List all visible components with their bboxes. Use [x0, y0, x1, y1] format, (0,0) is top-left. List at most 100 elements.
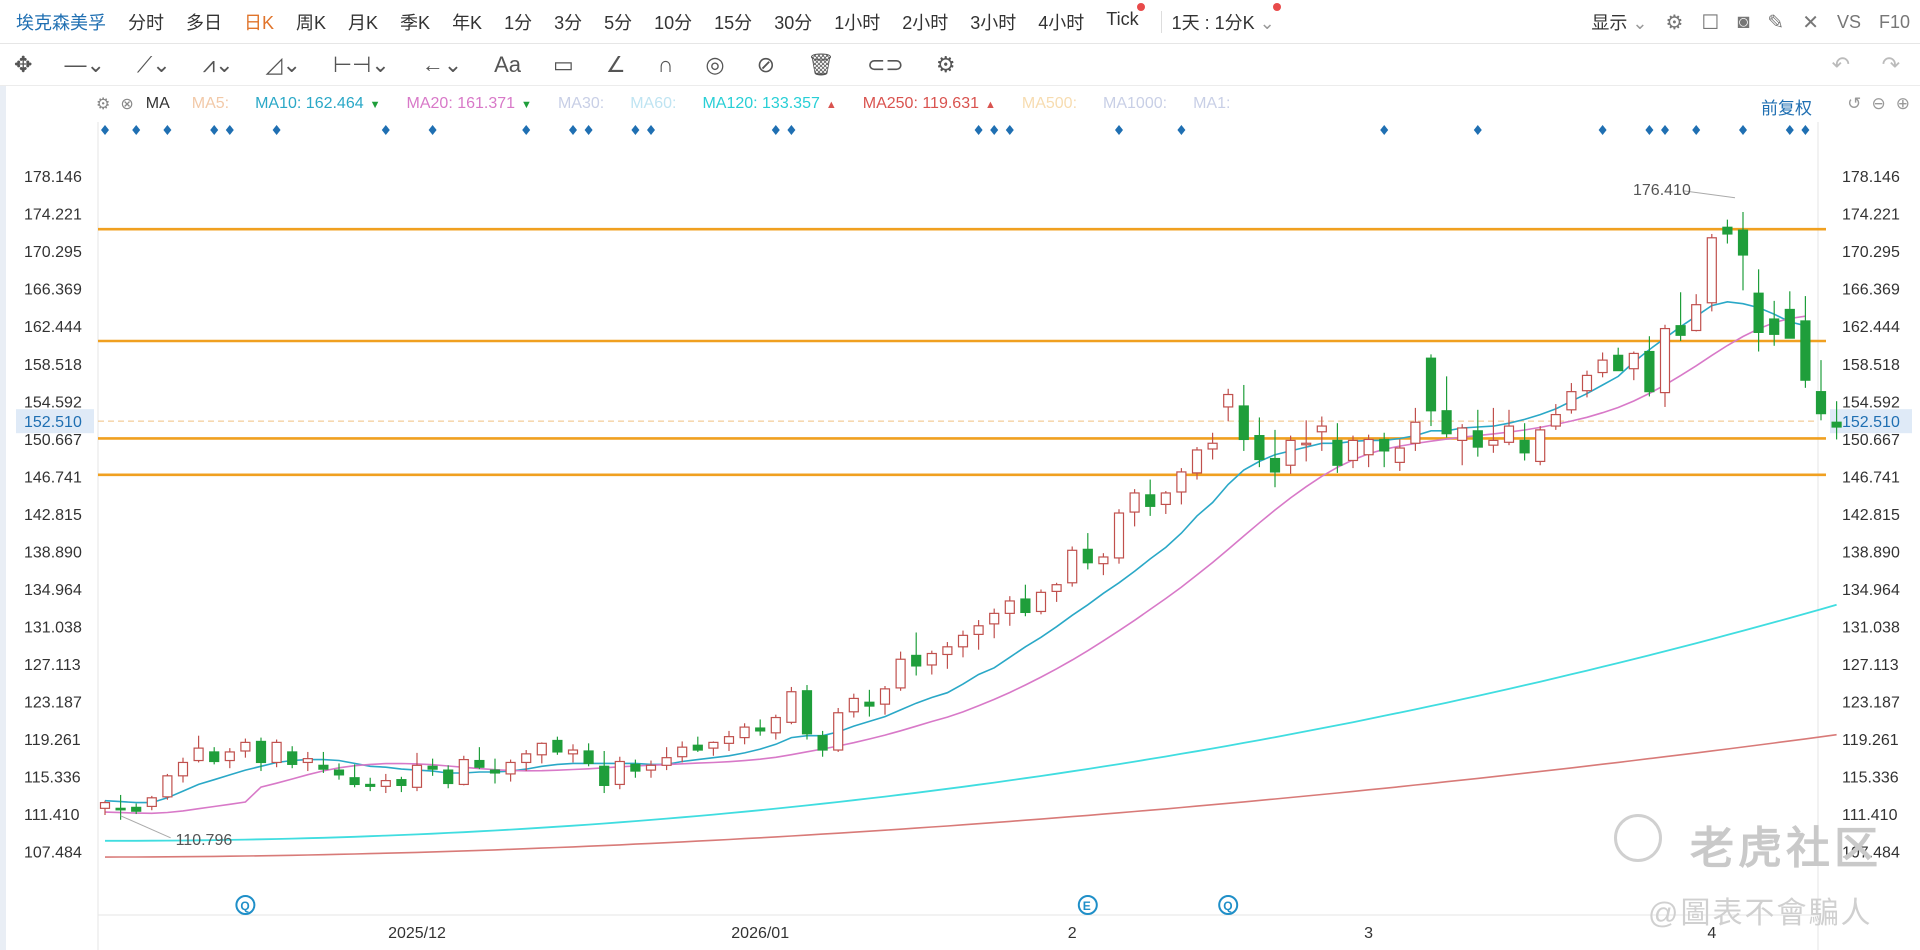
candle-body [349, 777, 360, 786]
candle [1004, 596, 1015, 626]
candle-body [536, 742, 547, 756]
ma120-line [105, 603, 1837, 842]
candle-body [1613, 354, 1624, 372]
candle-body [146, 797, 157, 808]
candle-body [1176, 471, 1187, 493]
candle-body [1238, 405, 1249, 441]
candle-body [1659, 327, 1671, 394]
candle [1472, 409, 1483, 457]
candle [801, 685, 813, 740]
candle-body [1160, 492, 1171, 506]
candle [240, 738, 251, 758]
candle [1706, 233, 1717, 312]
ma20-line [104, 315, 1806, 815]
candle-body [599, 765, 610, 786]
candle [1581, 370, 1593, 398]
y-tick-left: 131.038 [24, 619, 82, 636]
candlestick-chart[interactable]: 178.146 178.146 174.221 174.221 170.295 170.2… [0, 0, 1920, 950]
y-tick-right: 146.741 [1842, 469, 1900, 486]
event-dot-icon [1473, 125, 1482, 135]
candle [1332, 423, 1343, 473]
candle-body [1581, 374, 1593, 392]
candle-body [489, 769, 501, 774]
candle-body [1035, 591, 1047, 613]
candle [474, 747, 485, 770]
candle [1613, 347, 1624, 372]
candle [599, 750, 610, 794]
candle-body [692, 744, 703, 751]
y-tick-right: 162.444 [1842, 319, 1900, 336]
y-tick-right: 166.369 [1842, 282, 1900, 299]
candle [287, 746, 298, 769]
candle [1753, 269, 1764, 352]
candle [1488, 407, 1499, 453]
candle-body [396, 779, 407, 786]
y-tick-right: 131.038 [1842, 619, 1900, 636]
event-badge-glyph: Q [1223, 899, 1232, 913]
candle [552, 736, 563, 755]
candle-body [614, 760, 625, 786]
candle-body [864, 701, 875, 707]
candle-body [677, 746, 688, 758]
y-tick-left: 174.221 [24, 207, 82, 224]
x-tick-label: 2025/12 [388, 925, 446, 942]
candle-body [99, 801, 111, 809]
candle [739, 723, 750, 745]
low-label: 110.796 [176, 832, 233, 849]
candle [911, 632, 922, 676]
candle-body [474, 759, 485, 768]
x-tick-label: 2 [1068, 925, 1077, 942]
event-dot-icon [1115, 125, 1123, 135]
y-tick-left: 138.890 [24, 544, 82, 561]
candle-body [848, 697, 859, 713]
event-dot-icon [1380, 125, 1389, 135]
event-dot-icon [584, 125, 593, 135]
candle [973, 620, 984, 650]
event-dot-icon [1598, 125, 1607, 135]
candle-body [1769, 318, 1780, 335]
candle [458, 755, 469, 786]
event-dot-icon [990, 125, 999, 135]
event-dot-icon [1785, 125, 1794, 135]
candle-body [1082, 548, 1093, 564]
candle-body [1301, 442, 1312, 446]
candle-body [1691, 304, 1702, 332]
candle-body [1831, 421, 1842, 428]
y-tick-left: 146.741 [24, 469, 82, 486]
event-dot-icon [381, 125, 390, 135]
candle [365, 777, 376, 792]
candle-body [770, 716, 781, 734]
candle [1347, 435, 1359, 469]
candle-body [1394, 447, 1405, 463]
candle-body [1113, 512, 1125, 559]
event-dot-icon [272, 125, 281, 135]
low-pointer [120, 815, 171, 839]
y-tick-left: 134.964 [24, 582, 82, 599]
candle-body [333, 769, 345, 776]
candle-body [1784, 308, 1795, 339]
y-tick-left: 154.592 [24, 394, 82, 411]
candle-body [1254, 435, 1265, 461]
candle-body [1472, 430, 1483, 448]
event-dot-icon [1005, 125, 1014, 135]
event-dot-icon [974, 125, 983, 135]
candle [1207, 432, 1218, 460]
candle-body [1519, 439, 1530, 454]
candle-body [583, 750, 594, 765]
candle [162, 773, 173, 800]
candle [630, 759, 641, 778]
candle-body [989, 612, 1000, 625]
candle-body [411, 764, 423, 788]
candle [1800, 296, 1811, 388]
candle-body [177, 761, 189, 777]
candle-body [1550, 413, 1561, 427]
candle [1784, 291, 1795, 339]
candle-body [365, 783, 376, 787]
y-tick-right: 178.146 [1842, 169, 1900, 186]
candle-body [505, 761, 516, 775]
y-tick-left: 119.261 [24, 732, 81, 749]
candle [333, 763, 345, 780]
candle [708, 741, 719, 756]
candle-body [209, 751, 220, 763]
candle-body [271, 741, 282, 764]
